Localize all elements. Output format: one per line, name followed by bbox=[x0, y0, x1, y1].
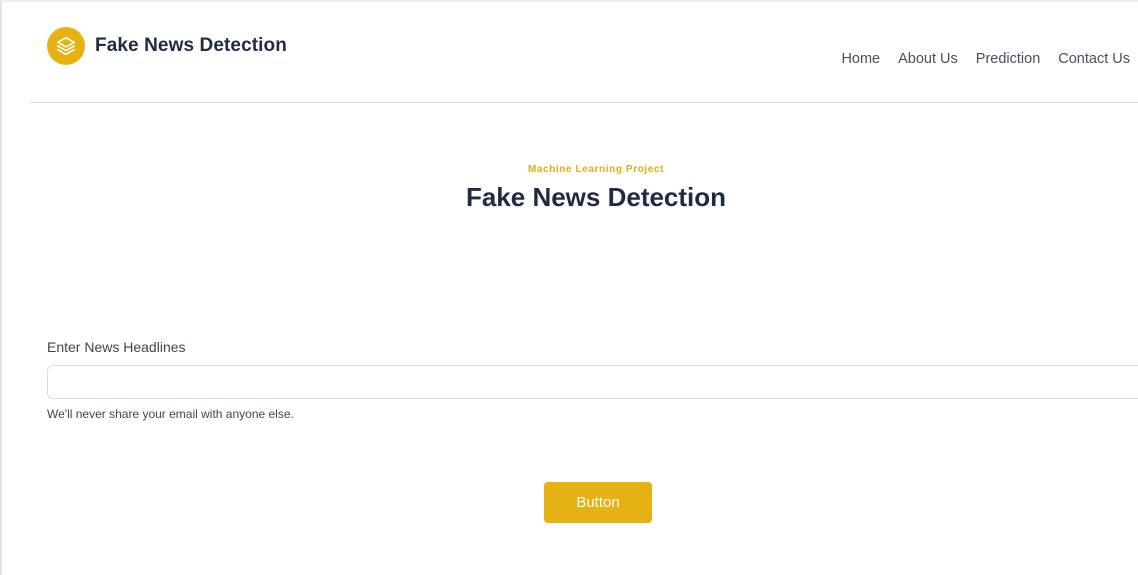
headline-input[interactable] bbox=[47, 365, 1138, 399]
nav-prediction-link[interactable]: Prediction bbox=[976, 51, 1040, 67]
nav-contact-link[interactable]: Contact Us bbox=[1058, 51, 1130, 67]
page-title: Fake News Detection bbox=[465, 182, 727, 212]
brand-name: Fake News Detection bbox=[95, 35, 287, 56]
headline-help-text: We'll never share your email with anyone… bbox=[47, 407, 294, 421]
page: Fake News Detection Home About Us Predic… bbox=[0, 0, 1138, 575]
layers-icon bbox=[47, 27, 85, 65]
hero-section: Machine Learning Project Fake News Detec… bbox=[2, 164, 1138, 213]
nav-home-link[interactable]: Home bbox=[841, 51, 880, 67]
brand-logo-link[interactable]: Fake News Detection bbox=[47, 27, 287, 65]
headline-label: Enter News Headlines bbox=[47, 339, 186, 355]
navbar: Fake News Detection Home About Us Predic… bbox=[30, 2, 1138, 103]
nav-about-link[interactable]: About Us bbox=[898, 51, 958, 67]
submit-button[interactable]: Button bbox=[544, 482, 652, 523]
main-nav: Home About Us Prediction Contact Us bbox=[841, 51, 1130, 67]
hero-subtitle: Machine Learning Project bbox=[527, 164, 665, 175]
